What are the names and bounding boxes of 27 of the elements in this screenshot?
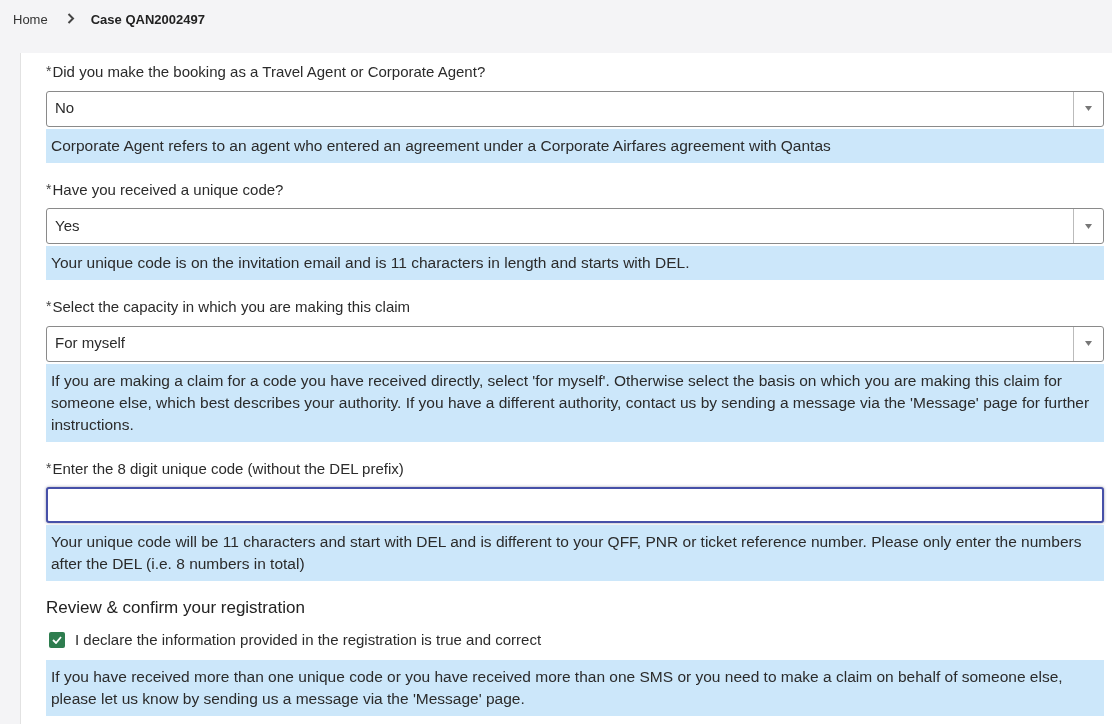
field-label: Select the capacity in which you are making this claim xyxy=(52,297,411,317)
input-field[interactable] xyxy=(46,487,1104,523)
caret-icon xyxy=(1085,341,1092,346)
help-text: Corporate Agent refers to an agent who entered an agreement under a Corporate Airfares agreement with Qantas xyxy=(46,128,1104,163)
help-text: Your unique code will be 11 characters and start with DEL and is different to your QFF, PNR or ticket reference number. Please only enter the numbers after the DEL (i.e. 8 numbers in total) xyxy=(46,525,1104,581)
caret-icon xyxy=(1085,106,1092,111)
help-text: If you are making a claim for a code you have received directly, select 'for myself'. Otherwise select the basis on which you are making this claim for someone else, which best describes your authority. If you have a different authority, contact us by sending a message via the 'Message' page for further instructions. xyxy=(46,363,1104,442)
section-heading: Review & confirm your registration xyxy=(46,597,306,619)
field-label: Did you make the booking as a Travel Agent or Corporate Agent? xyxy=(52,62,486,82)
field-label: Enter the 8 digit unique code (without the DEL prefix) xyxy=(52,458,404,479)
required-asterisk: * xyxy=(46,297,52,316)
dropdown-field[interactable]: No xyxy=(46,90,1104,127)
help-text: Your unique code is on the invitation email and is 11 characters in length and starts with DEL. xyxy=(46,246,1104,280)
breadcrumb-current: Case QAN2002497 xyxy=(90,11,205,29)
help-text: If you have received more than one unique code or you have received more than one SMS or you need to make a claim on behalf of someone else, please let us know by sending us a message via the 'Message' page. xyxy=(46,660,1104,716)
required-asterisk: * xyxy=(46,179,52,199)
breadcrumb-link[interactable]: Home xyxy=(13,10,48,30)
checkmark-icon xyxy=(52,635,62,644)
field-label: Have you received a unique code? xyxy=(52,179,284,200)
caret-icon xyxy=(1085,223,1092,229)
checkbox[interactable] xyxy=(49,631,65,648)
chevron-right-icon xyxy=(66,13,75,24)
dropdown-field[interactable]: Yes xyxy=(46,208,1104,244)
required-asterisk: * xyxy=(46,62,52,81)
required-asterisk: * xyxy=(46,458,52,478)
checkbox-label: I declare the information provided in the registration is true and correct xyxy=(75,629,542,650)
dropdown-field[interactable]: For myself xyxy=(46,325,1104,362)
